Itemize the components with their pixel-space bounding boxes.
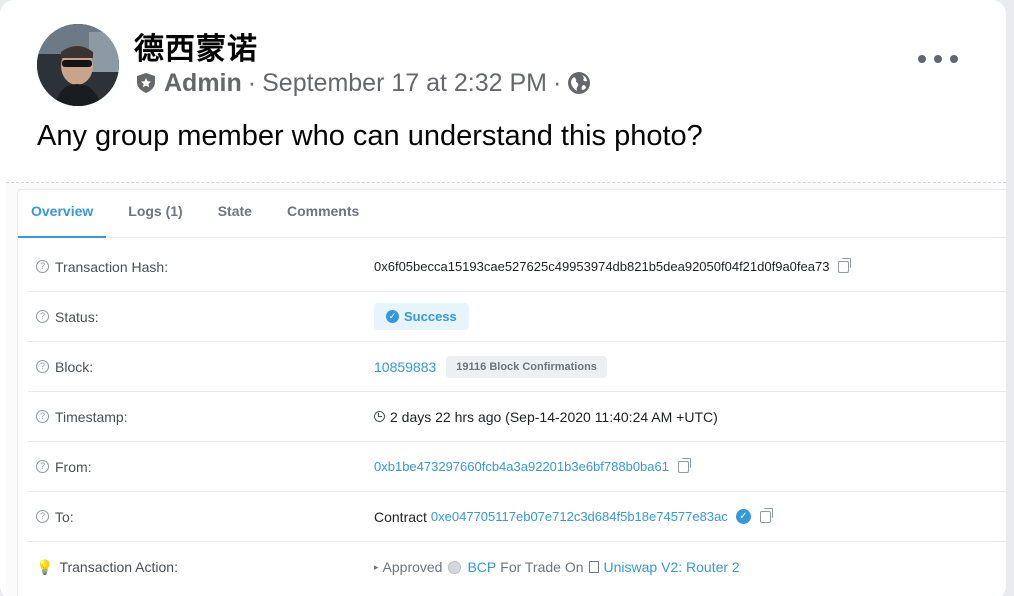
tab-overview[interactable]: Overview: [18, 190, 107, 238]
field-label: Block:: [55, 358, 94, 375]
role-badge-label[interactable]: Admin: [164, 69, 242, 98]
row-timestamp: ? Timestamp: 2 days 22 hrs ago (Sep-14-20…: [28, 392, 1006, 442]
help-icon[interactable]: ?: [36, 310, 49, 323]
clock-icon: [374, 411, 385, 422]
token-icon: [448, 560, 462, 574]
to-prefix: Contract: [374, 508, 427, 525]
row-transaction-action: 💡 Transaction Action: ▸ Approved BCP For …: [28, 542, 1006, 592]
copy-icon[interactable]: [677, 457, 691, 473]
row-transaction-hash: ? Transaction Hash: 0x6f05becca15193cae52…: [28, 242, 1006, 292]
meta-separator: ·: [247, 68, 257, 97]
row-block: ? Block: 10859883 19116 Block Confirmatio…: [28, 342, 1006, 392]
transaction-hash-value: 0x6f05becca15193cae527625c49953974db821b…: [374, 259, 830, 274]
block-confirmations-badge: 19116 Block Confirmations: [446, 355, 607, 378]
lightbulb-icon: 💡: [36, 558, 54, 575]
timestamp-value: 2 days 22 hrs ago (Sep-14-2020 11:40:24 …: [390, 408, 718, 425]
post-timestamp[interactable]: September 17 at 2:32 PM: [262, 69, 547, 98]
to-address-link[interactable]: 0xe047705117eb07e712c3d684f5b18e74577e83…: [431, 509, 728, 524]
router-link[interactable]: Uniswap V2: Router 2: [604, 559, 740, 575]
check-circle-icon: ✓: [386, 310, 399, 323]
more-horizontal-icon[interactable]: [918, 46, 958, 72]
tab-logs[interactable]: Logs (1): [115, 190, 195, 237]
action-middle-text: For Trade On: [500, 559, 584, 575]
help-icon[interactable]: ?: [36, 460, 49, 473]
token-link[interactable]: BCP: [467, 559, 496, 575]
help-icon[interactable]: ?: [36, 360, 49, 373]
post-meta: Admin · September 17 at 2:32 PM ·: [136, 68, 591, 98]
author-name[interactable]: 德西蒙诺: [134, 24, 258, 68]
avatar[interactable]: [37, 24, 119, 106]
status-value: Success: [404, 309, 457, 324]
globe-icon[interactable]: [567, 71, 591, 95]
help-icon[interactable]: ?: [36, 410, 49, 423]
copy-icon[interactable]: [759, 507, 773, 523]
shield-icon: [137, 73, 155, 93]
contract-file-icon: [588, 561, 599, 573]
field-label: To:: [55, 508, 74, 525]
caret-right-icon: ▸: [374, 561, 379, 572]
block-number-link[interactable]: 10859883: [374, 359, 436, 375]
row-from: ? From: 0xb1be473297660fcb4a3a92201b3e6bf…: [28, 442, 1006, 492]
transaction-panel: Overview Logs (1) State Comments ? Transa…: [17, 189, 1006, 596]
field-label: Transaction Action:: [59, 559, 178, 575]
field-label: From:: [55, 458, 92, 475]
action-verb: Approved: [382, 559, 443, 575]
from-address-link[interactable]: 0xb1be473297660fcb4a3a92201b3e6bf788b0ba…: [374, 459, 669, 474]
row-status: ? Status: ✓ Success: [28, 292, 1006, 342]
status-badge: ✓ Success: [374, 303, 469, 330]
row-to: ? To: Contract 0xe047705117eb07e712c3d684…: [28, 492, 1006, 542]
attached-screenshot[interactable]: Overview Logs (1) State Comments ? Transa…: [6, 182, 1006, 596]
copy-icon[interactable]: [838, 257, 852, 273]
avatar-photo: [37, 24, 119, 106]
verified-icon: ✓: [735, 509, 751, 524]
field-label: Status:: [55, 308, 99, 325]
field-label: Transaction Hash:: [55, 258, 169, 275]
tab-bar: Overview Logs (1) State Comments: [18, 190, 1006, 238]
tab-comments[interactable]: Comments: [274, 190, 372, 237]
post-card: 德西蒙诺 Admin · September 17 at 2:32 PM · A…: [0, 0, 1006, 596]
meta-separator: ·: [553, 68, 562, 97]
help-icon[interactable]: ?: [36, 260, 49, 273]
tab-state[interactable]: State: [205, 190, 265, 237]
help-icon[interactable]: ?: [36, 510, 49, 523]
post-caption: Any group member who can understand this…: [37, 120, 703, 152]
field-label: Timestamp:: [55, 408, 128, 425]
